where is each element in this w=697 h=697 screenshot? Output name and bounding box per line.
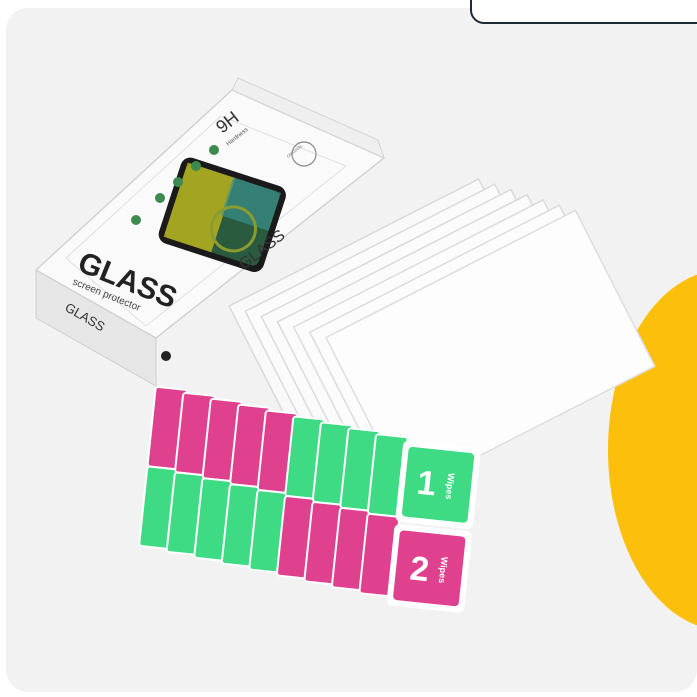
product-photo: 9H Hardness ORIGINAL GLASS screen protec… (34, 77, 656, 613)
product-photo-card: 9H Hardness ORIGINAL GLASS screen protec… (6, 8, 697, 692)
wipe-step1-number: 1 (415, 464, 438, 504)
top-outline-tab (470, 0, 697, 24)
wipe-step2-number: 2 (408, 549, 431, 589)
